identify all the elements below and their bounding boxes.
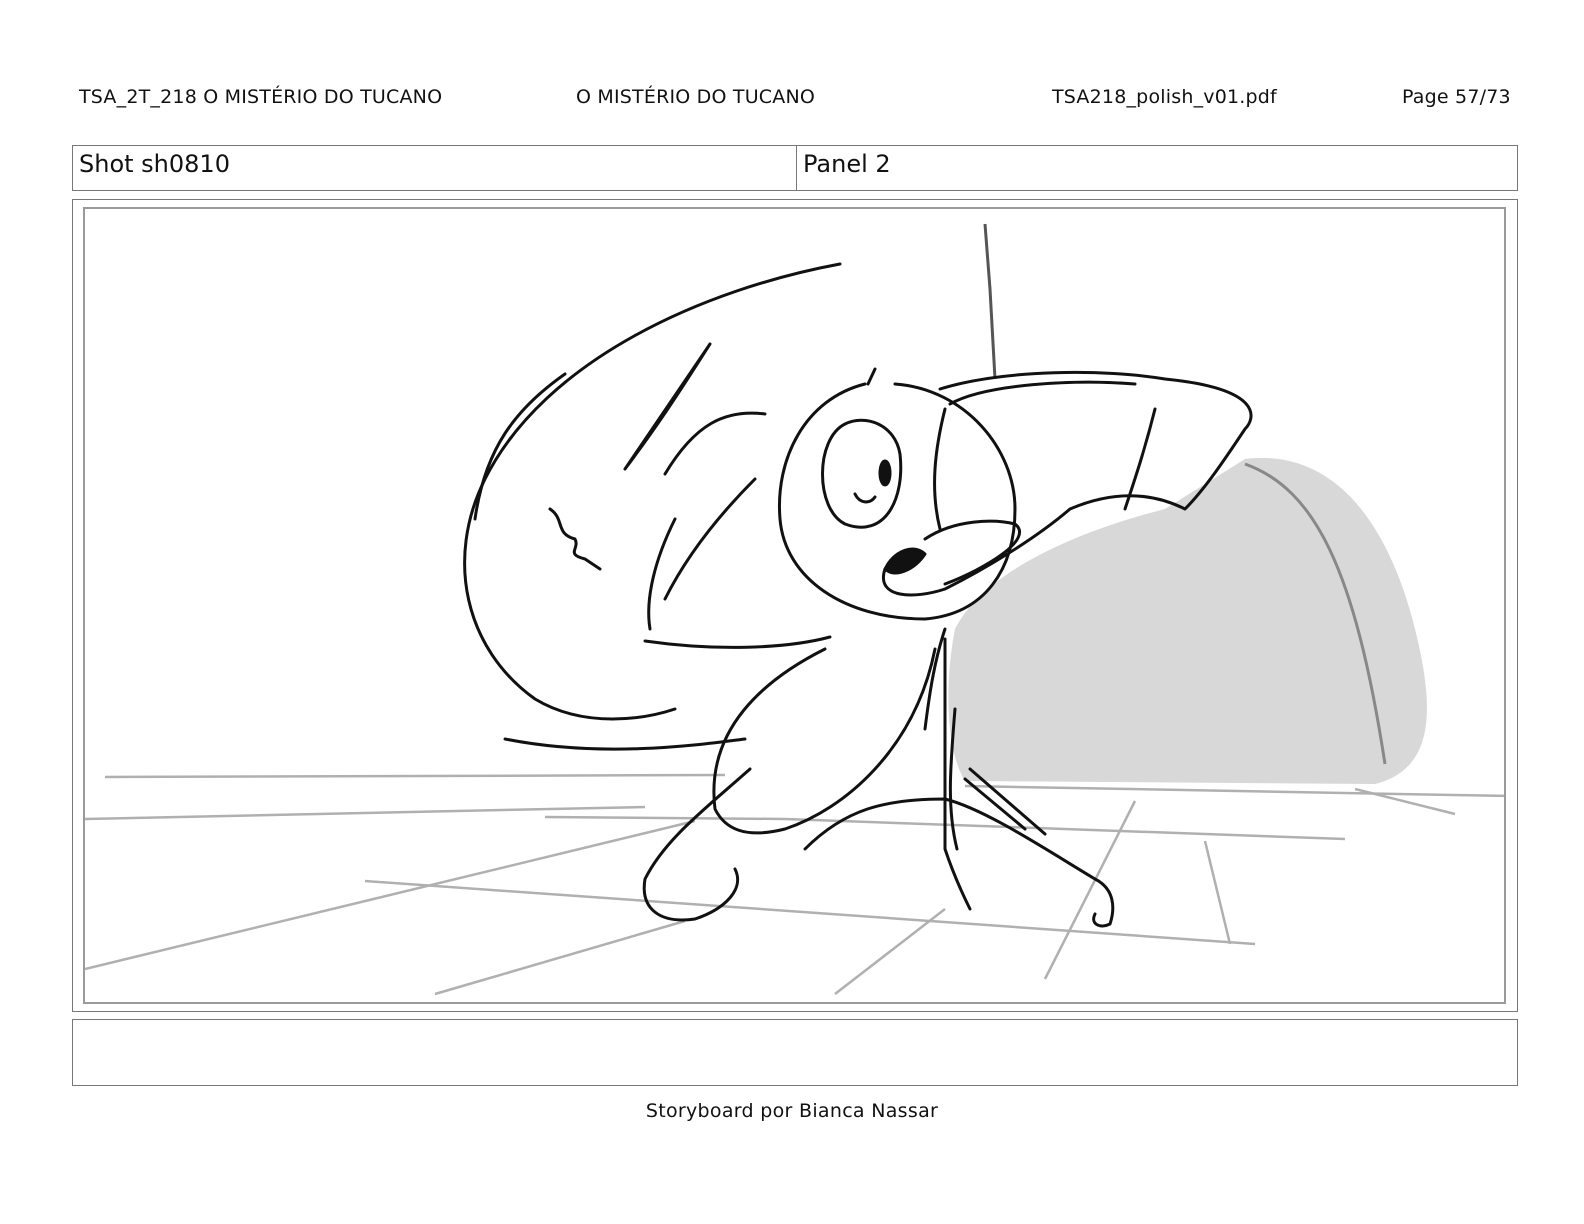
file-name: TSA218_polish_v01.pdf — [1052, 86, 1277, 108]
document-title: O MISTÉRIO DO TUCANO — [576, 86, 816, 108]
shot-info-bar: Shot sh0810 Panel 2 — [72, 145, 1518, 191]
panel-frame — [72, 199, 1518, 1012]
panel-label: Panel 2 — [803, 150, 891, 178]
page-number: Page 57/73 — [1402, 86, 1511, 108]
storyboard-credit: Storyboard por Bianca Nassar — [645, 1100, 939, 1122]
wall-line — [983, 223, 997, 380]
shot-label: Shot sh0810 — [73, 146, 797, 190]
floor-lines — [85, 773, 1504, 996]
storyboard-sketch — [85, 223, 1504, 996]
panel-image — [83, 207, 1506, 1004]
episode-title: TSA_2T_218 O MISTÉRIO DO TUCANO — [79, 86, 443, 108]
notes-box — [72, 1019, 1518, 1086]
